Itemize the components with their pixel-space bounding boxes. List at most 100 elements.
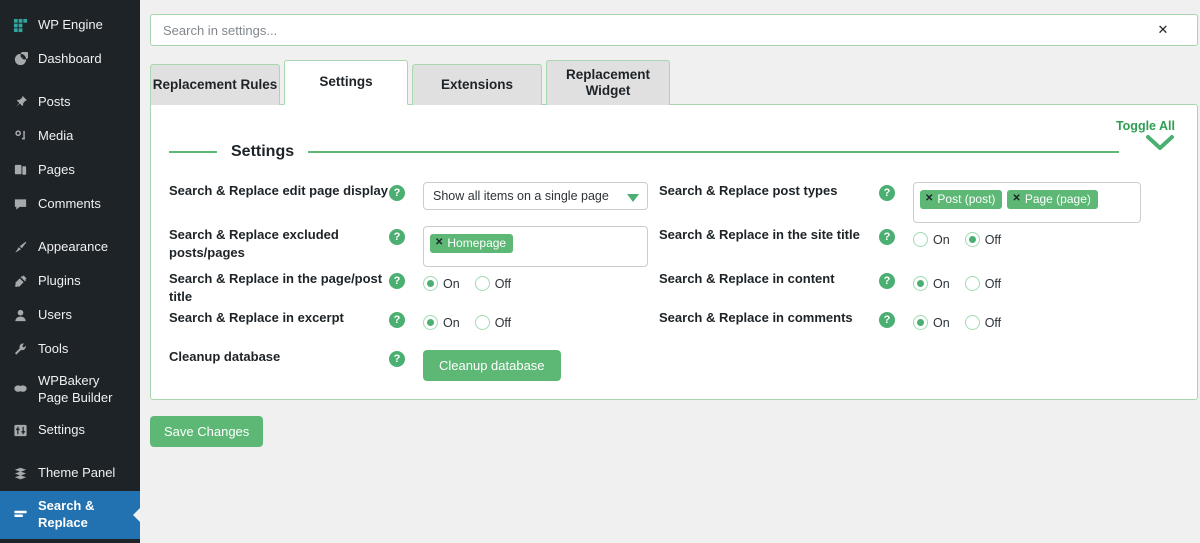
- radio-label: Off: [494, 276, 512, 291]
- excluded-posts-tagbox[interactable]: ✕ Homepage: [423, 226, 648, 267]
- radio-option-on[interactable]: On: [423, 276, 460, 291]
- content-radio-group: On Off: [913, 270, 1010, 291]
- sidebar-item-comments[interactable]: Comments: [0, 187, 140, 221]
- help-icon[interactable]: ?: [879, 185, 895, 201]
- tag-label: Homepage: [447, 235, 507, 250]
- radio-option-off[interactable]: Off: [964, 232, 1002, 247]
- radio-option-on[interactable]: On: [913, 232, 950, 247]
- save-changes-button[interactable]: Save Changes: [150, 416, 264, 447]
- sidebar-item-label: Comments: [38, 195, 101, 211]
- footer-actions: Save Changes: [150, 416, 1184, 447]
- setting-label: Search & Replace post types: [659, 183, 838, 198]
- section-header: Settings: [169, 143, 1179, 161]
- help-icon[interactable]: ?: [389, 229, 405, 245]
- sidebar-item-tools[interactable]: Tools: [0, 332, 140, 366]
- radio-option-off[interactable]: Off: [474, 276, 512, 291]
- cleanup-database-button[interactable]: Cleanup database: [423, 350, 561, 381]
- sidebar-item-media[interactable]: Media: [0, 119, 140, 153]
- setting-label: Search & Replace in content: [659, 271, 835, 286]
- help-icon[interactable]: ?: [389, 351, 405, 367]
- sidebar-item-label: Plugins: [38, 272, 81, 288]
- tag-label: Page (page): [1024, 191, 1091, 206]
- edit-page-display-select[interactable]: Show all items on a single page: [423, 182, 648, 210]
- radio-indicator: [423, 276, 438, 291]
- close-icon[interactable]: ✕: [1156, 23, 1170, 37]
- radio-option-on[interactable]: On: [913, 315, 950, 330]
- help-icon[interactable]: ?: [879, 312, 895, 328]
- setting-label: Search & Replace edit page display: [169, 183, 388, 198]
- post-types-tagbox[interactable]: ✕ Post (post) ✕ Page (page): [913, 182, 1141, 223]
- tab-settings[interactable]: Settings: [284, 60, 408, 105]
- radio-label: Off: [494, 315, 512, 330]
- media-icon: [10, 126, 30, 146]
- remove-tag-icon[interactable]: ✕: [925, 193, 933, 205]
- radio-label: On: [933, 276, 950, 291]
- page-post-title-radio-group: On Off: [423, 270, 520, 291]
- sidebar-item-label: Appearance: [38, 238, 109, 254]
- remove-tag-icon[interactable]: ✕: [435, 237, 443, 249]
- wpbakery-icon: [10, 380, 30, 400]
- radio-label: On: [443, 276, 460, 291]
- rule-right: [308, 151, 1119, 153]
- sidebar-item-settings[interactable]: Settings: [0, 414, 140, 448]
- tab-replacement-widget[interactable]: Replacement Widget: [546, 60, 670, 105]
- sidebar-item-label: WP Engine: [38, 16, 103, 32]
- dashboard-icon: [10, 49, 30, 69]
- sidebar-item-posts[interactable]: Posts: [0, 85, 140, 119]
- search-input[interactable]: [150, 14, 1198, 46]
- tag-chip[interactable]: ✕ Page (page): [1007, 190, 1098, 209]
- sidebar-item-users[interactable]: Users: [0, 298, 140, 332]
- radio-option-on[interactable]: On: [423, 315, 460, 330]
- sidebar-submenu: Settings Export/Import User Guide Licens…: [0, 538, 140, 543]
- excerpt-radio-group: On Off: [423, 309, 520, 330]
- radio-label: On: [933, 232, 950, 247]
- section-title: Settings: [231, 143, 295, 160]
- tag-chip[interactable]: ✕ Homepage: [430, 234, 514, 253]
- sidebar-item-appearance[interactable]: Appearance: [0, 230, 140, 264]
- sidebar-item-theme-panel[interactable]: Theme Panel: [0, 457, 140, 491]
- radio-label: Off: [984, 232, 1002, 247]
- radio-option-off[interactable]: Off: [964, 276, 1002, 291]
- tab-replacement-rules[interactable]: Replacement Rules: [150, 64, 280, 105]
- radio-indicator: [913, 232, 928, 247]
- sidebar-divider: [0, 221, 140, 230]
- comments-icon: [10, 194, 30, 214]
- main-content: ✕ Replacement Rules Settings Extensions …: [140, 0, 1200, 543]
- user-icon: [10, 305, 30, 325]
- radio-indicator: [474, 315, 490, 330]
- help-icon[interactable]: ?: [879, 273, 895, 289]
- sidebar-item-plugins[interactable]: Plugins: [0, 264, 140, 298]
- tag-chip[interactable]: ✕ Post (post): [920, 190, 1003, 209]
- sidebar-item-search-replace[interactable]: Search & Replace: [0, 490, 140, 539]
- remove-tag-icon[interactable]: ✕: [1012, 193, 1020, 205]
- sidebar-item-wp-engine[interactable]: WP Engine: [0, 8, 140, 42]
- radio-option-on[interactable]: On: [913, 276, 950, 291]
- help-icon[interactable]: ?: [389, 185, 405, 201]
- setting-label: Search & Replace in the page/post title: [169, 271, 383, 304]
- sidebar-item-label: Dashboard: [38, 50, 102, 66]
- sidebar-item-label: Search & Replace: [38, 497, 95, 530]
- sidebar-item-pages[interactable]: Pages: [0, 153, 140, 187]
- radio-option-off[interactable]: Off: [964, 315, 1001, 330]
- tab-bar: Replacement Rules Settings Extensions Re…: [150, 60, 1184, 105]
- wpengine-icon: [10, 15, 30, 35]
- radio-label: Off: [984, 276, 1002, 291]
- setting-label: Cleanup database: [169, 349, 281, 364]
- help-icon[interactable]: ?: [389, 273, 405, 289]
- radio-label: On: [443, 315, 460, 330]
- radio-option-off[interactable]: Off: [474, 315, 512, 330]
- wrench-icon: [10, 339, 30, 359]
- sidebar-divider: [0, 76, 140, 85]
- help-icon[interactable]: ?: [879, 229, 895, 245]
- chevron-down-icon[interactable]: [1145, 133, 1175, 158]
- toggle-all-link[interactable]: Toggle All: [1116, 119, 1175, 133]
- help-icon[interactable]: ?: [389, 312, 405, 328]
- sidebar-item-label: Tools: [38, 340, 69, 356]
- sidebar-item-dashboard[interactable]: Dashboard: [0, 42, 140, 76]
- tag-label: Post (post): [937, 191, 996, 206]
- tab-extensions[interactable]: Extensions: [412, 64, 542, 105]
- sidebar-item-wpbakery-page-builder[interactable]: WPBakery Page Builder: [0, 366, 140, 414]
- admin-screen: WP Engine Dashboard Posts Media Pages Co…: [0, 0, 1200, 543]
- empty-cell: [879, 345, 913, 384]
- rule-left: [169, 151, 217, 153]
